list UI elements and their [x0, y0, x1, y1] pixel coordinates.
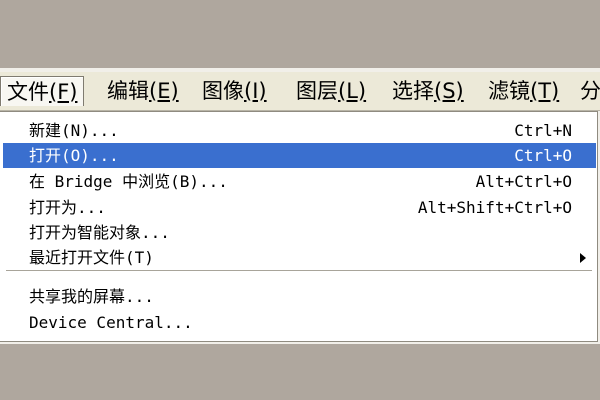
menu-file-mnemonic: (F)	[49, 80, 78, 104]
menu-file-label: 文件	[7, 80, 49, 104]
menu-filter[interactable]: 滤镜(T)	[482, 76, 565, 106]
menu-item-recent-files[interactable]: 最近打开文件(T)	[3, 245, 596, 270]
menu-file[interactable]: 文件(F)	[0, 76, 85, 106]
menu-item-open-as-shortcut: Alt+Shift+Ctrl+O	[417, 198, 572, 217]
menu-select[interactable]: 选择(S)	[386, 76, 470, 106]
menu-analysis[interactable]: 分	[574, 76, 600, 106]
menu-item-new-shortcut: Ctrl+N	[514, 121, 572, 140]
photoshop-window: 文件(F) 编辑(E) 图像(I) 图层(L) 选择(S) 滤镜(T) 分 新建…	[0, 68, 600, 344]
menu-layer[interactable]: 图层(L)	[290, 76, 372, 106]
menu-edit-mnemonic: (E)	[149, 79, 179, 103]
menu-item-open[interactable]: 打开(O)... Ctrl+O	[3, 143, 596, 168]
menu-edit-label: 编辑	[107, 79, 149, 103]
menu-item-device-central[interactable]: Device Central...	[3, 310, 596, 335]
menu-item-open-as[interactable]: 打开为... Alt+Shift+Ctrl+O	[3, 195, 596, 220]
menu-image-label: 图像	[202, 79, 244, 103]
menu-item-open-shortcut: Ctrl+O	[514, 146, 572, 165]
menu-separator	[6, 270, 592, 272]
menu-item-new[interactable]: 新建(N)... Ctrl+N	[3, 118, 596, 143]
menu-item-recent-files-label: 最近打开文件(T)	[29, 248, 154, 267]
menu-edit[interactable]: 编辑(E)	[101, 76, 185, 106]
menu-layer-mnemonic: (L)	[338, 79, 367, 103]
menu-item-share-screen-label: 共享我的屏幕...	[29, 287, 154, 306]
menu-analysis-label: 分	[580, 79, 600, 103]
menu-item-open-smart-object-label: 打开为智能对象...	[29, 223, 170, 242]
menu-item-open-smart-object[interactable]: 打开为智能对象...	[3, 220, 596, 245]
menu-item-share-screen[interactable]: 共享我的屏幕...	[3, 284, 596, 309]
menu-item-browse-bridge[interactable]: 在 Bridge 中浏览(B)... Alt+Ctrl+O	[3, 169, 596, 194]
submenu-arrow-icon	[580, 253, 586, 263]
file-menu-dropdown: 新建(N)... Ctrl+N 打开(O)... Ctrl+O 在 Bridge…	[0, 111, 598, 342]
menu-filter-mnemonic: (T)	[530, 79, 560, 103]
menu-item-open-as-label: 打开为...	[29, 198, 106, 217]
menu-item-open-label: 打开(O)...	[29, 146, 119, 165]
menu-layer-label: 图层	[296, 79, 338, 103]
menu-item-device-central-label: Device Central...	[29, 313, 193, 332]
menu-select-label: 选择	[392, 79, 434, 103]
menu-bar: 文件(F) 编辑(E) 图像(I) 图层(L) 选择(S) 滤镜(T) 分	[0, 72, 600, 111]
menu-image[interactable]: 图像(I)	[196, 76, 273, 106]
menu-image-mnemonic: (I)	[244, 79, 267, 103]
menu-select-mnemonic: (S)	[434, 79, 464, 103]
menu-item-browse-bridge-label: 在 Bridge 中浏览(B)...	[29, 172, 228, 191]
menu-item-browse-bridge-shortcut: Alt+Ctrl+O	[475, 172, 572, 191]
menu-filter-label: 滤镜	[488, 79, 530, 103]
menu-item-new-label: 新建(N)...	[29, 121, 119, 140]
